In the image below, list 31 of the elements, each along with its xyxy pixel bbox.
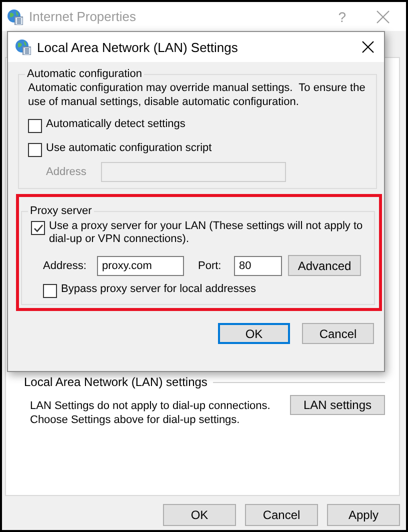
dialog-button[interactable]: Cancel: [245, 504, 318, 526]
checkbox-label: Use a proxy server for your LAN (These settings will not apply to dial-up or VPN connections).: [49, 220, 363, 246]
globe-icon: [7, 8, 23, 24]
address-field[interactable]: [101, 162, 286, 182]
group-heading: Proxy server: [29, 205, 93, 217]
checkbox[interactable]: [28, 119, 42, 133]
close-icon[interactable]: [362, 41, 374, 53]
checkbox[interactable]: [28, 143, 42, 157]
address-field[interactable]: proxy.com: [97, 256, 184, 276]
section-heading: Local Area Network (LAN) settings: [24, 375, 208, 389]
advanced-button[interactable]: Advanced: [288, 255, 361, 276]
lan-note: LAN Settings do not apply to dial-up connections. Choose Settings above for dial-up settings.: [30, 399, 270, 427]
port-field[interactable]: 80: [234, 256, 282, 276]
dialog-button[interactable]: OK: [218, 323, 290, 344]
checkbox[interactable]: [31, 221, 45, 235]
window-title: Internet Properties: [29, 9, 136, 24]
dialog-button[interactable]: Apply: [327, 504, 400, 526]
checkbox-label: Use automatic configuration script: [46, 142, 212, 154]
dialog-button[interactable]: OK: [163, 504, 236, 526]
group-heading: Automatic configuration: [26, 68, 143, 80]
globe-icon: [15, 39, 31, 55]
field-label: Address: [46, 166, 88, 178]
lan-settings-button[interactable]: LAN settings: [290, 395, 385, 415]
checkbox-label: Bypass proxy server for local addresses: [61, 283, 256, 295]
dialog-button[interactable]: Cancel: [302, 323, 374, 344]
dialog-title: Local Area Network (LAN) Settings: [37, 40, 238, 54]
field-label: Address:: [43, 260, 88, 272]
checkbox-label: Automatically detect settings: [46, 118, 186, 130]
field-label: Port:: [198, 260, 222, 272]
description-text: Automatic configuration may override manual settings. To ensure the use of manual settings, disable automatic configuration.: [28, 81, 366, 109]
checkbox[interactable]: [43, 284, 57, 298]
